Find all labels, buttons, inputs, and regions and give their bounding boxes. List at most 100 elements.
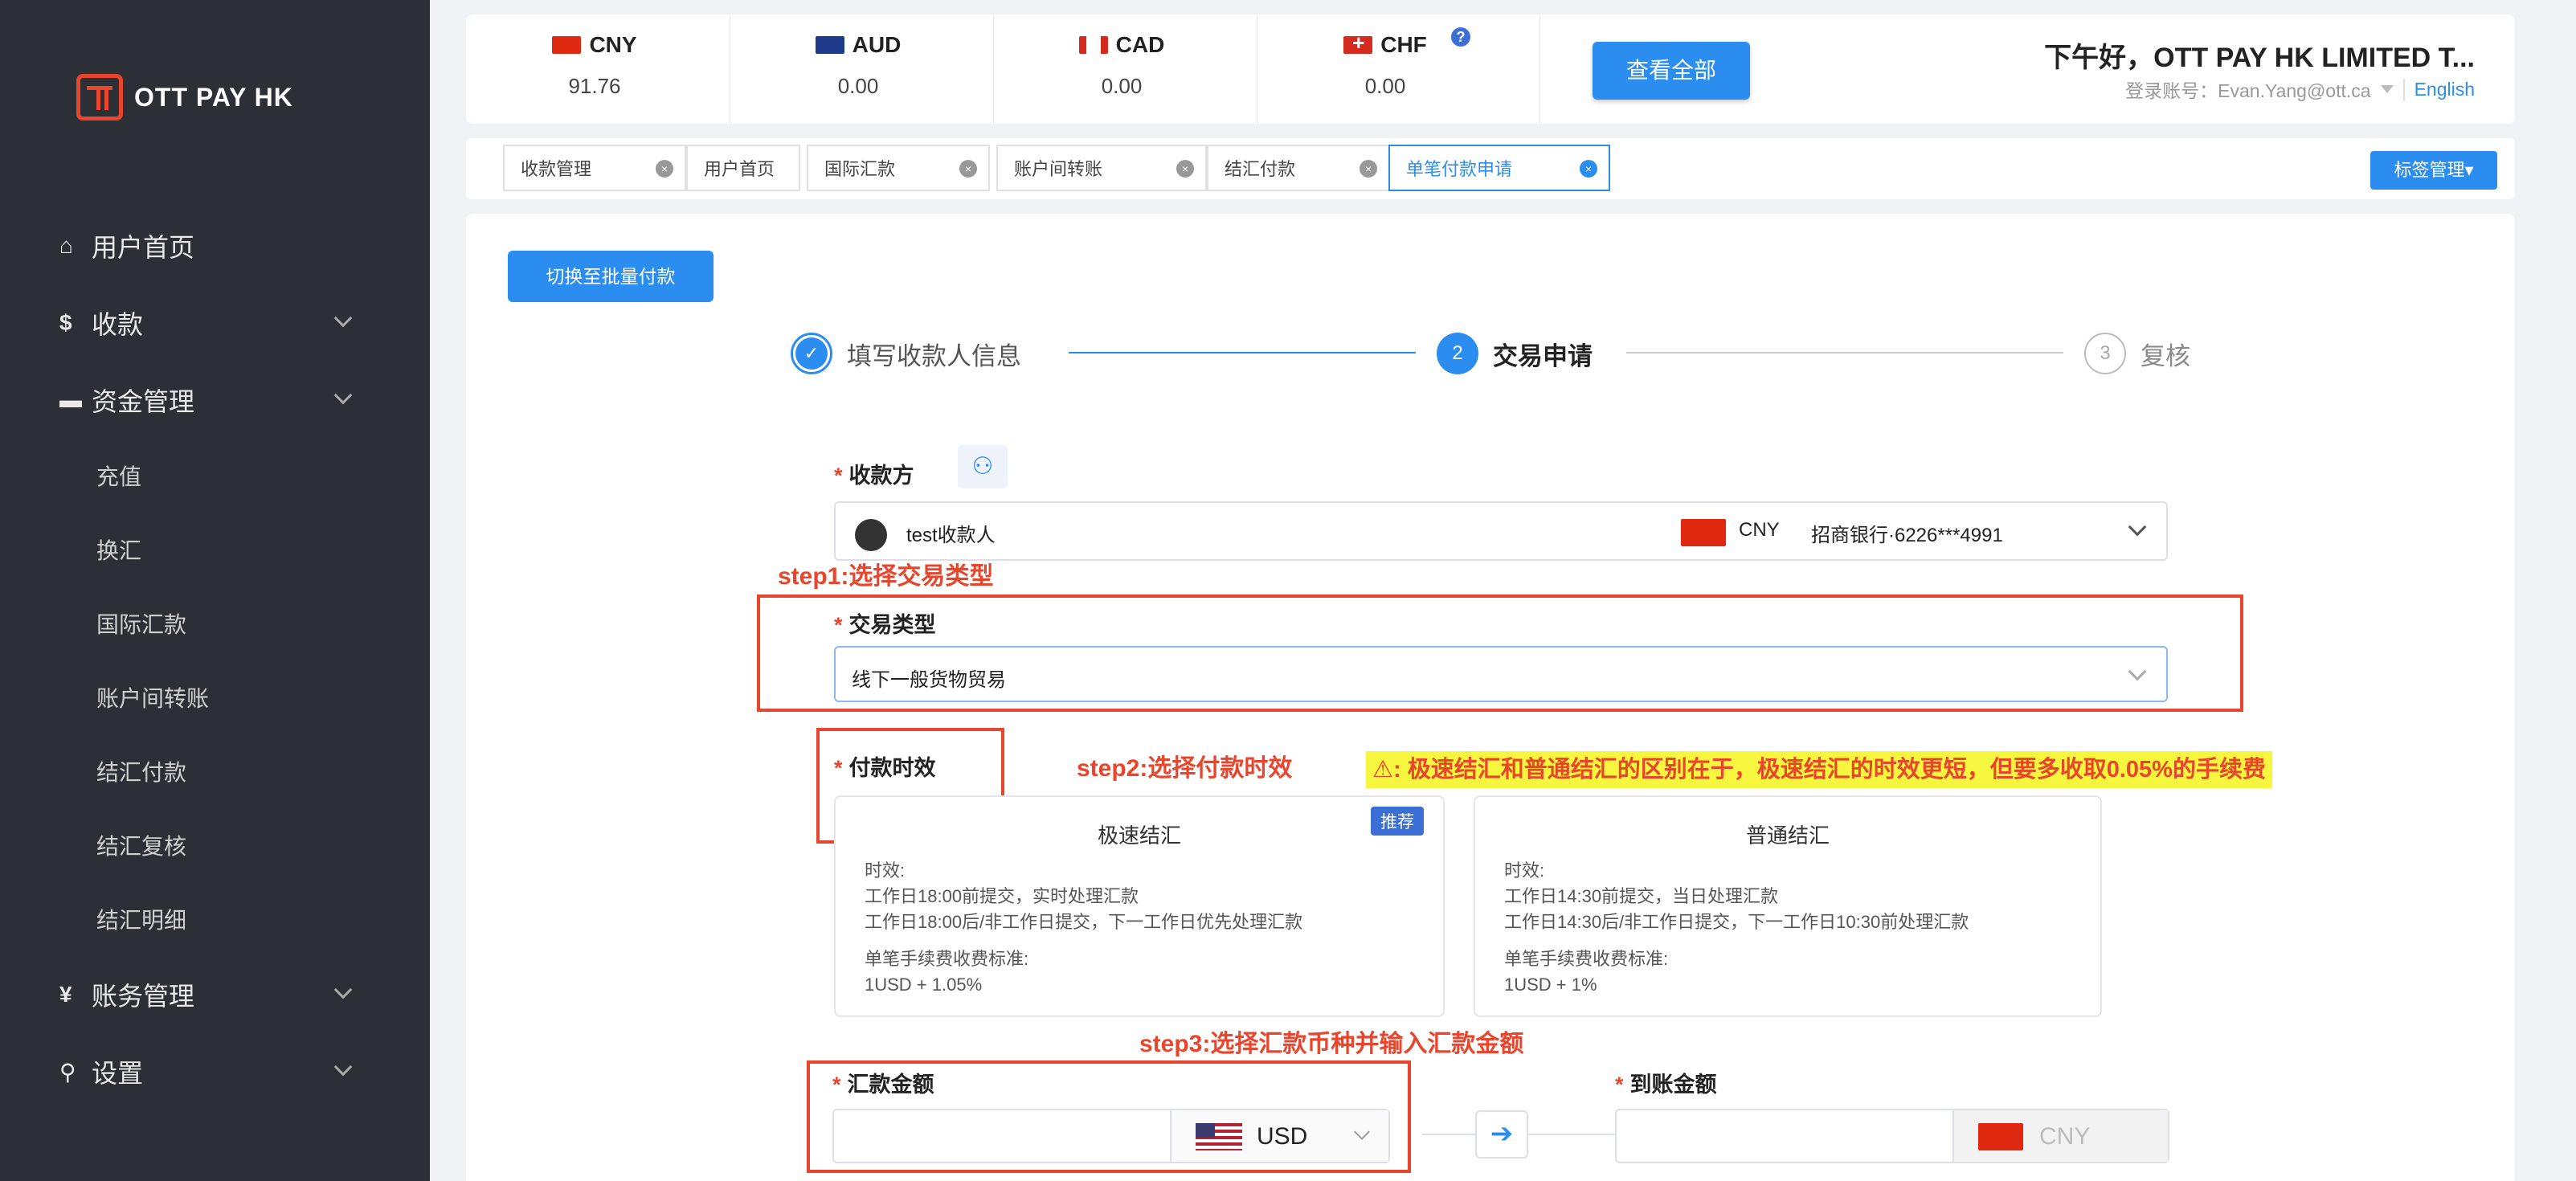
tab-fx-payment[interactable]: 结汇付款 × — [1207, 145, 1390, 191]
close-icon[interactable]: × — [959, 160, 977, 178]
chevron-down-icon — [2128, 517, 2147, 537]
close-icon[interactable]: × — [656, 160, 673, 178]
tab-label: 国际汇款 — [824, 159, 896, 179]
add-payee-icon[interactable]: ⚇ — [958, 445, 1008, 488]
tabs-bar: 收款管理 × 用户首页 国际汇款 × 账户间转账 × 结汇付款 × 单笔付款申请… — [466, 138, 2515, 199]
payee-currency: CNY — [1739, 519, 1780, 541]
amount-currency-select[interactable]: USD — [1170, 1110, 1388, 1162]
view-all-button[interactable]: 查看全部 — [1593, 42, 1750, 100]
tab-collection-mgmt[interactable]: 收款管理 × — [503, 145, 686, 191]
express-option-card[interactable]: 推荐 极速结汇 时效: 工作日18:00前提交，实时处理汇款 工作日18:00后… — [834, 795, 1445, 1017]
step-label: 填写收款人信息 — [847, 341, 1021, 370]
sidebar-item-collection[interactable]: $ 收款 — [0, 284, 430, 362]
balance-cny: CNY 91.76 — [466, 32, 723, 99]
currency-balance: 0.00 — [1101, 74, 1143, 98]
convert-arrow-button[interactable]: ➔ — [1475, 1110, 1528, 1159]
annotation-step1: step1:选择交易类型 — [778, 563, 994, 590]
china-flag-icon — [552, 36, 582, 54]
sidebar-item-exchange[interactable]: 换汇 — [0, 513, 430, 586]
close-icon[interactable]: × — [1360, 160, 1377, 178]
tab-label: 账户间转账 — [1014, 159, 1103, 179]
divider — [1539, 14, 1540, 124]
tab-intl-remit[interactable]: 国际汇款 × — [807, 145, 990, 191]
sidebar-item-recharge[interactable]: 充值 — [0, 439, 430, 513]
chevron-down-icon — [1354, 1124, 1370, 1140]
canada-flag-icon — [1078, 36, 1108, 54]
receive-currency-display: CNY — [1952, 1110, 2168, 1162]
currency-balance: 0.00 — [837, 74, 879, 98]
china-flag-icon — [1681, 519, 1726, 546]
sidebar-item-home[interactable]: ⌂ 用户首页 — [0, 207, 430, 284]
currency-code: CAD — [1115, 32, 1165, 57]
sidebar-item-label: 账务管理 — [92, 982, 195, 1011]
chevron-down-icon — [333, 309, 353, 328]
sidebar-item-intl-remit[interactable]: 国际汇款 — [0, 586, 430, 660]
receive-input-group: CNY — [1615, 1109, 2169, 1163]
sidebar-item-settings[interactable]: ⚲ 设置 — [0, 1033, 430, 1110]
brand-logo[interactable]: OTT PAY HK — [76, 74, 293, 121]
sidebar-item-label: 收款 — [92, 310, 144, 339]
language-switch[interactable]: English — [2402, 78, 2475, 100]
balance-chf: CHF 0.00 — [1257, 31, 1514, 99]
balance-aud: AUD 0.00 — [730, 32, 987, 99]
sidebar-item-accounting[interactable]: ¥ 账务管理 — [0, 956, 430, 1033]
greeting: 下午好，OTT PAY HK LIMITED T... — [2044, 43, 2475, 73]
step-number: 3 — [2084, 333, 2126, 374]
sidebar-item-label: 资金管理 — [92, 387, 195, 416]
logo-icon — [76, 74, 123, 121]
tab-label: 单笔付款申请 — [1406, 159, 1513, 179]
connector-line — [1422, 1134, 1475, 1135]
amount-input[interactable] — [834, 1110, 1170, 1162]
receive-amount-input[interactable] — [1617, 1110, 1952, 1162]
sidebar-item-transfer[interactable]: 账户间转账 — [0, 660, 430, 734]
trade-type-value: 线下一般货物贸易 — [852, 669, 1006, 691]
amount-label: * 汇款金额 — [832, 1073, 934, 1097]
option-title: 普通结汇 — [1745, 823, 1830, 848]
account-info: 登录账号：Evan.Yang@ott.ca English — [2125, 76, 2475, 103]
card-icon: ▬ — [59, 387, 82, 412]
chevron-down-icon — [2128, 662, 2147, 681]
step-connector — [1626, 352, 2063, 353]
sidebar-item-funds[interactable]: ▬ 资金管理 — [0, 362, 430, 439]
sidebar-item-fx-payment[interactable]: 结汇付款 — [0, 734, 430, 808]
check-icon: ✓ — [791, 333, 832, 374]
tab-label: 结汇付款 — [1225, 159, 1296, 179]
tab-label: 用户首页 — [704, 159, 775, 179]
switch-batch-button[interactable]: 切换至批量付款 — [508, 251, 714, 302]
tab-home[interactable]: 用户首页 — [686, 145, 800, 191]
balance-cad: CAD 0.00 — [993, 32, 1250, 99]
yen-icon: ¥ — [59, 982, 72, 1007]
sidebar: OTT PAY HK ⌂ 用户首页 $ 收款 ▬ 资金管理 充值 换汇 国际汇款… — [0, 0, 430, 1181]
currency-code: AUD — [852, 32, 902, 57]
tab-transfer[interactable]: 账户间转账 × — [996, 145, 1207, 191]
currency-balance: 0.00 — [1364, 74, 1406, 98]
sidebar-item-label: 用户首页 — [92, 233, 195, 262]
standard-option-card[interactable]: 普通结汇 时效: 工作日14:30前提交，当日处理汇款 工作日14:30后/非工… — [1474, 795, 2102, 1017]
trade-type-select[interactable]: 线下一般货物贸易 — [834, 646, 2168, 702]
annotation-step3: step3:选择汇款币种并输入汇款金额 — [1139, 1031, 1524, 1057]
caret-down-icon[interactable] — [2380, 85, 2394, 93]
help-icon[interactable]: ? — [1451, 27, 1470, 47]
receive-currency: CNY — [2039, 1123, 2091, 1150]
tag-manage-button[interactable]: 标签管理▾ — [2370, 151, 2497, 190]
search-icon: ⚲ — [59, 1059, 76, 1085]
tab-single-payment[interactable]: 单笔付款申请 × — [1388, 145, 1610, 191]
currency-balance: 91.76 — [568, 74, 621, 98]
payee-label: * 收款方 — [834, 464, 914, 488]
payee-select[interactable]: test收款人 CNY 招商银行·6226***4991 — [834, 501, 2168, 561]
swiss-flag-icon — [1343, 31, 1373, 55]
sidebar-item-fx-review[interactable]: 结汇复核 — [0, 808, 430, 882]
step-2: 2 交易申请 — [1437, 333, 1593, 374]
step-1: ✓ 填写收款人信息 — [791, 333, 1021, 374]
close-icon[interactable]: × — [1176, 160, 1194, 178]
balance-bar: CNY 91.76 AUD 0.00 CAD 0.00 CHF 0.00 ? 查… — [466, 14, 2515, 124]
connector-line — [1528, 1134, 1617, 1135]
sidebar-item-label: 设置 — [92, 1059, 144, 1088]
sidebar-nav: ⌂ 用户首页 $ 收款 ▬ 资金管理 充值 换汇 国际汇款 账户间转账 结汇付款… — [0, 207, 430, 1110]
step-3: 3 复核 — [2084, 333, 2190, 374]
warning-note: ⚠: 极速结汇和普通结汇的区别在于，极速结汇的时效更短，但要多收取0.05%的手… — [1366, 751, 2272, 788]
close-icon[interactable]: × — [1580, 160, 1597, 178]
avatar — [855, 519, 887, 551]
sidebar-item-fx-detail[interactable]: 结汇明细 — [0, 882, 430, 956]
annotation-step2: step2:选择付款时效 — [1077, 755, 1293, 782]
